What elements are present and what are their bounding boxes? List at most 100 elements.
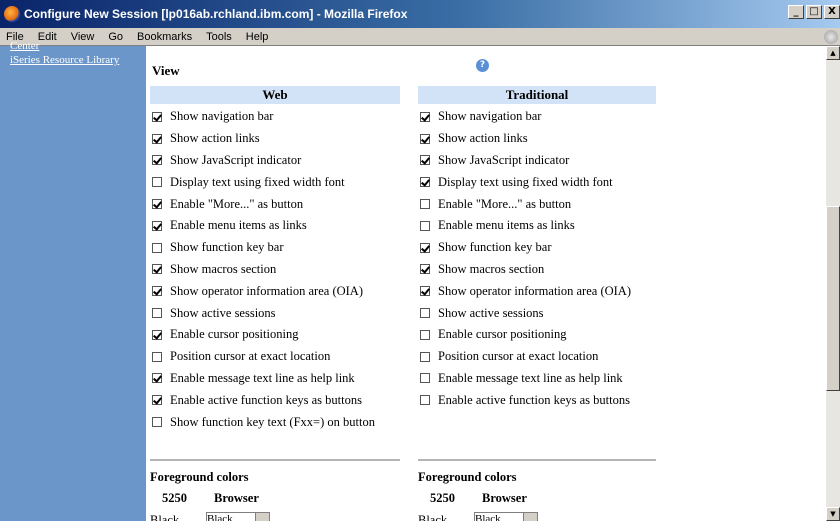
web-option-label: Display text using fixed width font — [170, 174, 345, 189]
web-option-checkbox[interactable] — [152, 373, 162, 384]
web-option-label: Show navigation bar — [170, 109, 274, 124]
traditional-option-checkbox[interactable] — [420, 308, 430, 319]
traditional-option[interactable]: Enable "More..." as button — [418, 193, 656, 215]
web-option-checkbox[interactable] — [152, 133, 162, 144]
traditional-option-checkbox[interactable] — [420, 264, 430, 275]
traditional-color-select[interactable]: Black — [474, 512, 538, 521]
traditional-option-checkbox[interactable] — [420, 177, 430, 188]
web-option-label: Enable cursor positioning — [170, 327, 299, 342]
traditional-foreground-heading: Foreground colors — [418, 470, 517, 484]
web-option-label: Show operator information area (OIA) — [170, 283, 363, 298]
traditional-option-checkbox[interactable] — [420, 111, 430, 122]
traditional-option-checkbox[interactable] — [420, 373, 430, 384]
throbber-icon — [824, 30, 838, 44]
web-option[interactable]: Show function key text (Fxx=) on button — [150, 411, 400, 433]
traditional-option[interactable]: Display text using fixed width font — [418, 171, 656, 193]
web-option-checkbox[interactable] — [152, 264, 162, 275]
traditional-option[interactable]: Position cursor at exact location — [418, 346, 656, 368]
traditional-option-checkbox[interactable] — [420, 395, 430, 406]
web-option[interactable]: Show macros section — [150, 259, 400, 281]
traditional-option[interactable]: Show operator information area (OIA) — [418, 280, 656, 302]
view-heading: View — [152, 63, 180, 78]
web-option[interactable]: Show action links — [150, 128, 400, 150]
menu-bar: File Edit View Go Bookmarks Tools Help — [0, 28, 840, 46]
web-option[interactable]: Enable active function keys as buttons — [150, 389, 400, 411]
web-option[interactable]: Show active sessions — [150, 302, 400, 324]
help-icon[interactable]: ? — [476, 59, 489, 72]
web-option[interactable]: Show function key bar — [150, 237, 400, 259]
web-option-checkbox[interactable] — [152, 155, 162, 166]
traditional-option[interactable]: Enable cursor positioning — [418, 324, 656, 346]
web-option[interactable]: Position cursor at exact location — [150, 346, 400, 368]
firefox-logo-icon — [4, 6, 20, 22]
traditional-column: Traditional Show navigation bar Show acti… — [418, 86, 656, 411]
traditional-option-label: Display text using fixed width font — [438, 174, 613, 189]
traditional-option-checkbox[interactable] — [420, 133, 430, 144]
window-title: Configure New Session [lp016ab.rchland.i… — [24, 7, 408, 21]
web-option-checkbox[interactable] — [152, 329, 162, 340]
web-option-checkbox[interactable] — [152, 351, 162, 362]
menu-help[interactable]: Help — [246, 31, 269, 43]
web-option-checkbox[interactable] — [152, 177, 162, 188]
web-option-label: Show action links — [170, 131, 260, 146]
traditional-option[interactable]: Show macros section — [418, 259, 656, 281]
traditional-col-5250: 5250 — [430, 491, 455, 505]
web-option-checkbox[interactable] — [152, 199, 162, 210]
traditional-option[interactable]: Show function key bar — [418, 237, 656, 259]
scroll-up-arrow-icon[interactable]: ▲ — [826, 46, 840, 60]
traditional-option[interactable]: Enable menu items as links — [418, 215, 656, 237]
traditional-option-checkbox[interactable] — [420, 329, 430, 340]
web-option[interactable]: Enable message text line as help link — [150, 368, 400, 390]
web-option-checkbox[interactable] — [152, 308, 162, 319]
traditional-option[interactable]: Enable active function keys as buttons — [418, 389, 656, 411]
web-option[interactable]: Show navigation bar — [150, 106, 400, 128]
traditional-option[interactable]: Show navigation bar — [418, 106, 656, 128]
traditional-option[interactable]: Enable message text line as help link — [418, 368, 656, 390]
web-color-select[interactable]: Black — [206, 512, 270, 521]
web-option-label: Show macros section — [170, 261, 277, 276]
traditional-option-label: Enable message text line as help link — [438, 370, 623, 385]
web-option-checkbox[interactable] — [152, 417, 162, 428]
maximize-button[interactable]: □ — [806, 5, 822, 19]
web-option-checkbox[interactable] — [152, 286, 162, 297]
sidebar: Center iSeries Resource Library — [0, 40, 146, 521]
traditional-option[interactable]: Show action links — [418, 128, 656, 150]
traditional-option-checkbox[interactable] — [420, 220, 430, 231]
menu-tools[interactable]: Tools — [206, 31, 232, 43]
traditional-option-checkbox[interactable] — [420, 155, 430, 166]
web-option[interactable]: Show operator information area (OIA) — [150, 280, 400, 302]
web-option-label: Enable active function keys as buttons — [170, 392, 362, 407]
web-option[interactable]: Enable "More..." as button — [150, 193, 400, 215]
vertical-scrollbar[interactable]: ▲ ▼ — [826, 46, 840, 521]
web-heading: Web — [150, 86, 400, 104]
menu-go[interactable]: Go — [108, 31, 123, 43]
web-option[interactable]: Enable cursor positioning — [150, 324, 400, 346]
traditional-option[interactable]: Show active sessions — [418, 302, 656, 324]
web-option-checkbox[interactable] — [152, 220, 162, 231]
menu-view[interactable]: View — [71, 31, 95, 43]
web-option-checkbox[interactable] — [152, 111, 162, 122]
sidebar-link-center[interactable]: Center — [0, 40, 39, 52]
web-option-checkbox[interactable] — [152, 395, 162, 406]
traditional-option-checkbox[interactable] — [420, 351, 430, 362]
traditional-option-checkbox[interactable] — [420, 242, 430, 253]
traditional-option-checkbox[interactable] — [420, 199, 430, 210]
web-option[interactable]: Enable menu items as links — [150, 215, 400, 237]
web-col-5250: 5250 — [162, 491, 187, 505]
traditional-option[interactable]: Show JavaScript indicator — [418, 150, 656, 172]
traditional-divider — [418, 459, 656, 461]
web-foreground-heading: Foreground colors — [150, 470, 249, 484]
close-button[interactable]: X — [824, 5, 840, 19]
menu-bookmarks[interactable]: Bookmarks — [137, 31, 192, 43]
minimize-button[interactable]: _ — [788, 5, 804, 19]
web-option-checkbox[interactable] — [152, 242, 162, 253]
scroll-down-arrow-icon[interactable]: ▼ — [826, 507, 840, 521]
web-option[interactable]: Show JavaScript indicator — [150, 150, 400, 172]
scroll-thumb[interactable] — [826, 206, 840, 391]
menu-edit[interactable]: Edit — [38, 31, 57, 43]
web-option[interactable]: Display text using fixed width font — [150, 171, 400, 193]
traditional-option-checkbox[interactable] — [420, 286, 430, 297]
traditional-heading: Traditional — [418, 86, 656, 104]
web-option-label: Show function key bar — [170, 240, 284, 255]
sidebar-link-resource-library[interactable]: iSeries Resource Library — [0, 54, 119, 66]
